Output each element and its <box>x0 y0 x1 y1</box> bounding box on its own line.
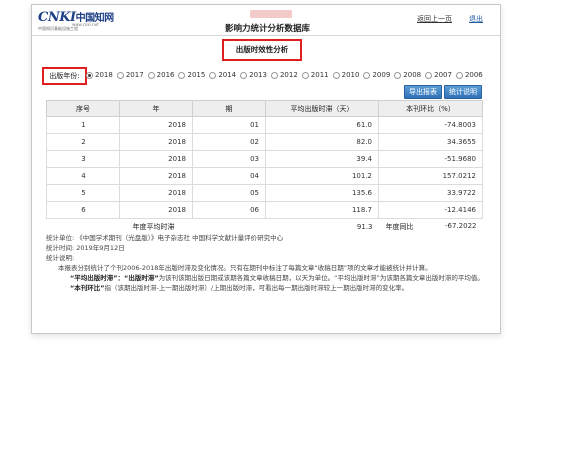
table-row: 1 2018 01 61.0 -74.8003 <box>46 116 483 134</box>
cell-index: 1 <box>46 116 120 134</box>
radio-icon[interactable] <box>147 71 155 79</box>
cnki-logo: CNKI中国知网 www.cnki.net 中国知识基础设施工程 <box>38 10 114 31</box>
cell-issue: 06 <box>192 201 266 219</box>
table-row: 3 2018 03 39.4 -51.9680 <box>46 150 483 168</box>
table-header-row: 序号 年 期 平均出版时滞（天） 本刊环比（%） <box>46 100 483 117</box>
year-option-2013[interactable]: 2013 <box>240 71 269 79</box>
table-row: 4 2018 04 101.2 157.0212 <box>46 167 483 185</box>
year-option-2016[interactable]: 2016 <box>147 71 177 79</box>
radio-icon[interactable] <box>332 71 340 79</box>
cell-mom: 157.0212 <box>378 167 483 185</box>
year-option-2006[interactable]: 2006 <box>455 71 485 79</box>
table-row: 5 2018 05 135.6 33.9722 <box>46 184 483 202</box>
cell-issue: 02 <box>192 133 266 151</box>
cell-mom: -74.8003 <box>378 116 483 134</box>
cell-index: 5 <box>46 184 120 202</box>
cell-year: 2018 <box>119 150 193 168</box>
col-index: 序号 <box>46 100 120 117</box>
cell-avg-delay: 82.0 <box>265 133 379 151</box>
year-option-2017[interactable]: 2017 <box>116 71 146 79</box>
col-mom: 本刊环比（%） <box>378 100 483 117</box>
radio-icon[interactable] <box>86 71 93 79</box>
cell-index: 2 <box>46 133 120 151</box>
statistics-description-button[interactable]: 统计说明 <box>444 85 482 99</box>
col-avg-delay: 平均出版时滞（天） <box>265 100 379 117</box>
cell-issue: 03 <box>192 150 266 168</box>
delay-table: 序号 年 期 平均出版时滞（天） 本刊环比（%） 1 2018 01 61.0 -74.… <box>46 100 483 235</box>
cell-avg-delay: 101.2 <box>265 167 379 185</box>
export-report-button[interactable]: 导出报表 <box>404 85 442 99</box>
table-row: 2 2018 02 82.0 34.3655 <box>46 133 483 151</box>
logout-link[interactable]: 退出 <box>469 14 483 24</box>
year-option-2007[interactable]: 2007 <box>425 71 454 79</box>
cell-issue: 01 <box>192 116 266 134</box>
radio-icon[interactable] <box>116 71 124 79</box>
section-title: 出版时效性分析 <box>222 39 302 61</box>
database-title: 影响力统计分析数据库 <box>225 24 311 34</box>
cell-mom: -12.4146 <box>378 201 483 219</box>
radio-icon[interactable] <box>394 71 402 79</box>
cell-avg-delay: 118.7 <box>265 201 379 219</box>
cell-year: 2018 <box>119 116 193 134</box>
desc-para-2: “平均出版时滞”：“出版时滞”为该刊该期出版日期或该期各篇文章收稿日期，以天为单… <box>70 274 484 282</box>
cell-mom: 33.9722 <box>378 184 483 202</box>
radio-icon[interactable] <box>270 71 278 79</box>
col-year: 年 <box>119 100 193 117</box>
cell-index: 6 <box>46 201 120 219</box>
col-issue: 期 <box>192 100 266 117</box>
radio-icon[interactable] <box>425 71 433 79</box>
cell-issue: 05 <box>192 184 266 202</box>
stat-unit: 统计单位: 《中国学术期刊（光盘版）》电子杂志社 中国科学文献计量评价研究中心 <box>46 234 284 242</box>
cell-year: 2018 <box>119 184 193 202</box>
cell-index: 4 <box>46 167 120 185</box>
year-option-2008[interactable]: 2008 <box>394 71 423 79</box>
year-option-2009[interactable]: 2009 <box>363 71 392 79</box>
radio-icon[interactable] <box>178 71 186 79</box>
table-row: 6 2018 06 118.7 -12.4146 <box>46 201 483 219</box>
year-option-2015[interactable]: 2015 <box>178 71 207 79</box>
cell-avg-delay: 39.4 <box>265 150 379 168</box>
radio-icon[interactable] <box>363 71 371 79</box>
cell-issue: 04 <box>192 167 266 185</box>
year-radio-group[interactable]: 2018 2017 2016 2015 2014 2013 2012 2011 2010 2009… <box>86 71 487 79</box>
cell-avg-delay: 61.0 <box>265 116 379 134</box>
year-option-2018[interactable]: 2018 <box>86 71 115 79</box>
year-filter-label: 出版年份: <box>42 67 87 85</box>
back-link[interactable]: 返回上一页 <box>417 14 452 24</box>
cell-year: 2018 <box>119 201 193 219</box>
cell-year: 2018 <box>119 167 193 185</box>
yoy-value: -67.2022 <box>445 222 477 230</box>
year-option-2010[interactable]: 2010 <box>332 71 362 79</box>
stat-time: 统计时间: 2019年9月12日 <box>46 244 125 252</box>
cell-avg-delay: 135.6 <box>265 184 379 202</box>
desc-para-3: “本刊环比”指（该期出版时滞-上一期出版时滞）/上期出版时滞，可看出每一期出版时… <box>70 284 409 292</box>
desc-title: 统计说明: <box>46 254 75 262</box>
radio-icon[interactable] <box>240 71 248 79</box>
cell-index: 3 <box>46 150 120 168</box>
cell-mom: 34.3655 <box>378 133 483 151</box>
desc-para-1: 本报表分别统计了个刊2006-2018年出版时滞及变化情况。只有在期刊中标注了每… <box>58 264 432 272</box>
radio-icon[interactable] <box>209 71 217 79</box>
header-stamp <box>250 10 292 18</box>
year-option-2012[interactable]: 2012 <box>270 71 300 79</box>
radio-icon[interactable] <box>455 71 463 79</box>
cell-mom: -51.9680 <box>378 150 483 168</box>
radio-icon[interactable] <box>301 71 309 79</box>
year-option-2011[interactable]: 2011 <box>301 71 331 79</box>
header: CNKI中国知网 www.cnki.net 中国知识基础设施工程 影响力统计分析… <box>32 5 500 36</box>
main-panel: CNKI中国知网 www.cnki.net 中国知识基础设施工程 影响力统计分析… <box>31 4 501 334</box>
notes: 统计单位: 《中国学术期刊（光盘版）》电子杂志社 中国科学文献计量评价研究中心 … <box>46 233 491 293</box>
cell-year: 2018 <box>119 133 193 151</box>
yoy-label: 年度同比 <box>385 223 414 231</box>
year-option-2014[interactable]: 2014 <box>209 71 238 79</box>
